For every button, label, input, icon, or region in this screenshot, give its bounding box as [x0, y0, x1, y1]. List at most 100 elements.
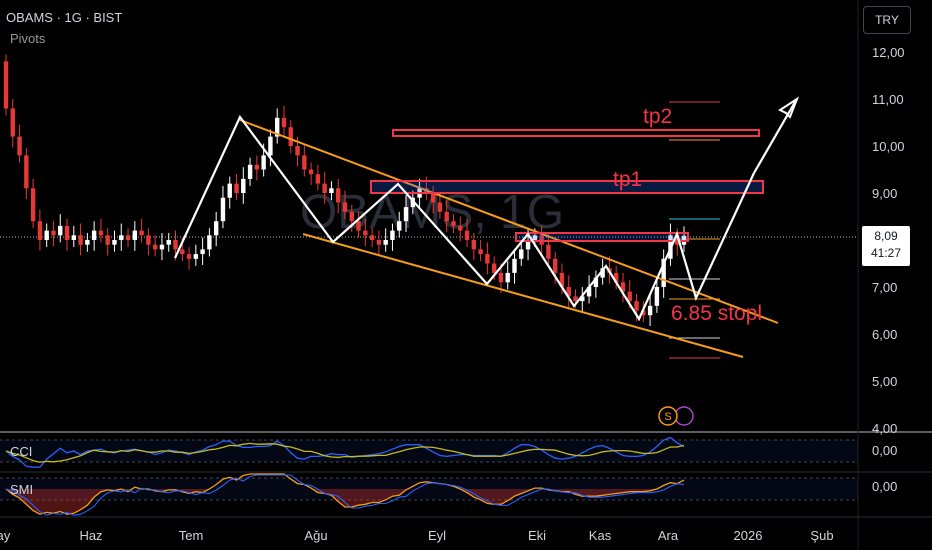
candle-body	[552, 258, 558, 273]
candle-body	[119, 235, 124, 240]
candle-body	[519, 249, 524, 259]
candle-body	[159, 244, 165, 250]
candle-body	[24, 155, 29, 189]
price-tick-label: 10,00	[872, 139, 905, 154]
candle-body	[329, 188, 334, 193]
candle-body	[71, 235, 76, 240]
candle-body	[30, 188, 36, 222]
candle-body	[498, 272, 504, 283]
price-tick-label: 7,00	[872, 280, 897, 295]
time-tick-label: 2026	[734, 528, 763, 543]
candle-body	[444, 211, 449, 222]
price-tick-label: 11,00	[872, 92, 904, 107]
candle-body	[37, 221, 43, 240]
candle-body	[349, 211, 354, 222]
candle-body	[173, 240, 178, 250]
time-tick-label: Şub	[810, 528, 833, 543]
candle-body	[10, 108, 15, 137]
candle-body	[261, 155, 266, 170]
candle-body	[471, 240, 477, 250]
candle-body	[634, 301, 639, 311]
candle-body	[98, 230, 104, 236]
candle-body	[3, 61, 9, 109]
candle-body	[180, 249, 185, 255]
cci-value: 0,00	[872, 443, 897, 458]
candle-body	[451, 221, 456, 226]
candle-body	[220, 197, 226, 222]
candle-body	[288, 127, 293, 146]
candle-body	[308, 169, 314, 175]
candle-body	[85, 240, 90, 245]
candle-body	[383, 240, 388, 245]
indicator-label[interactable]: Pivots	[10, 31, 45, 46]
candle-body	[200, 249, 205, 255]
candle-body	[491, 263, 497, 273]
candle-body	[152, 244, 158, 250]
tp1-label: tp1	[613, 168, 642, 191]
time-tick-label: Haz	[79, 528, 102, 543]
candle-body	[51, 230, 56, 236]
candle-body	[647, 305, 653, 316]
candle-body	[91, 230, 97, 240]
time-tick-label: Ağu	[304, 528, 327, 543]
arrow-head-icon	[777, 96, 800, 119]
candle-body	[44, 230, 49, 240]
cci-pane-label[interactable]: CCI	[10, 444, 32, 459]
time-tick-label: Kas	[589, 528, 612, 543]
split-event-badge[interactable]: S	[658, 406, 694, 426]
candle-body	[369, 235, 375, 240]
time-tick-label: Eki	[528, 528, 546, 543]
symbol-title[interactable]: OBAMS · 1G · BIST	[6, 10, 122, 25]
candle-body	[403, 207, 409, 222]
candle-body	[213, 221, 219, 236]
candle-body	[390, 230, 395, 240]
candle-body	[17, 136, 22, 156]
candle-body	[505, 272, 510, 283]
candle-body	[125, 235, 131, 240]
price-tick-label: 4,00	[872, 421, 897, 436]
resistance-zone	[515, 232, 689, 242]
candle-body	[397, 221, 402, 231]
candle-body	[546, 244, 551, 259]
candle-body	[268, 136, 273, 156]
split-event-label: S	[664, 411, 671, 423]
candle-body	[342, 202, 348, 212]
candle-body	[654, 287, 660, 306]
candle-body	[234, 183, 239, 193]
candle-body	[64, 225, 70, 240]
candle-body	[207, 235, 212, 250]
candle-body	[315, 174, 321, 184]
time-axis: May Haz Tem Ağu Eyl Eki Kas Ara 2026 Şub	[0, 528, 834, 543]
candle-body	[241, 178, 246, 193]
candle-body	[376, 240, 382, 245]
price-tick-label: 9,00	[872, 186, 897, 201]
candle-body	[254, 164, 260, 170]
candle-body	[573, 296, 578, 302]
smi-pane-label[interactable]: SMI	[10, 482, 33, 497]
candle-body	[437, 202, 443, 212]
candle-body	[281, 117, 287, 128]
time-tick-label: Tem	[179, 528, 204, 543]
time-tick-label: Eyl	[428, 528, 446, 543]
price-chart[interactable]: OBAMS, 1G 12,0011,0010,009,008,007,006,0…	[0, 0, 932, 550]
candle-body	[363, 230, 368, 236]
tp2-label: tp2	[643, 105, 672, 128]
candle-body	[247, 164, 253, 179]
candle-body	[464, 230, 470, 240]
candle-body	[186, 254, 192, 259]
bar-countdown: 41:27	[870, 246, 902, 260]
candle-body	[336, 188, 341, 203]
time-tick-label: Ara	[658, 528, 679, 543]
currency-button[interactable]: TRY	[863, 6, 911, 34]
candle-body	[139, 230, 144, 236]
candle-body	[105, 235, 110, 245]
candle-body	[458, 225, 463, 231]
candle-body	[132, 230, 138, 240]
smi-value: 0,00	[872, 479, 897, 494]
candle-body	[227, 183, 232, 198]
stop-label: 6.85 stopl	[671, 302, 762, 325]
candle-body	[78, 235, 83, 245]
candle-body	[485, 254, 490, 264]
candle-body	[146, 235, 151, 245]
candle-body	[295, 146, 300, 156]
